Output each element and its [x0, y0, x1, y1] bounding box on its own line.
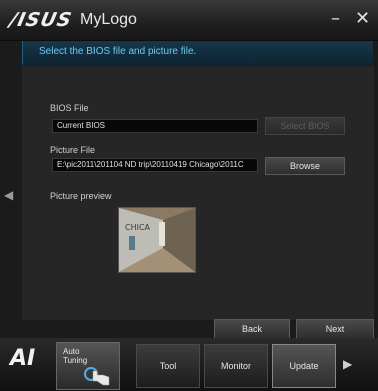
auto-tuning-label: Auto Tuning [63, 347, 88, 365]
instruction-text: Select the BIOS file and picture file. [39, 46, 197, 57]
picture-file-label: Picture File [50, 145, 96, 155]
picture-preview-image: CHICA [118, 207, 196, 273]
back-button[interactable]: Back [214, 319, 290, 339]
tab-update[interactable]: Update [272, 344, 336, 388]
picture-file-field[interactable]: E:\pic2011\201104 ND trip\20110419 Chica… [52, 158, 258, 172]
hand-pointer-icon [84, 367, 110, 386]
browse-button[interactable]: Browse [265, 157, 345, 175]
app-title: MyLogo [80, 11, 137, 28]
next-button[interactable]: Next [296, 319, 374, 339]
bios-file-field[interactable]: Current BIOS [52, 119, 258, 133]
tab-tool[interactable]: Tool [136, 344, 200, 388]
ai-suite-logo: AI [10, 346, 36, 371]
svg-text:CHICA: CHICA [125, 223, 151, 232]
instruction-header: Select the BIOS file and picture file. [22, 41, 373, 65]
asus-logo: /ISUS [7, 9, 75, 31]
auto-tuning-button[interactable]: Auto Tuning [56, 342, 120, 390]
close-button[interactable]: ✕ [355, 8, 370, 29]
select-bios-button[interactable]: Select BIOS [265, 117, 345, 135]
tab-monitor[interactable]: Monitor [204, 344, 268, 388]
bios-file-label: BIOS File [50, 103, 89, 113]
right-arrow-icon[interactable]: ▶ [343, 357, 352, 371]
picture-preview-label: Picture preview [50, 191, 112, 201]
title-bar: /ISUS MyLogo – ✕ [0, 0, 378, 41]
minimize-button[interactable]: – [331, 8, 340, 29]
left-arrow-icon[interactable]: ◀ [4, 188, 13, 202]
